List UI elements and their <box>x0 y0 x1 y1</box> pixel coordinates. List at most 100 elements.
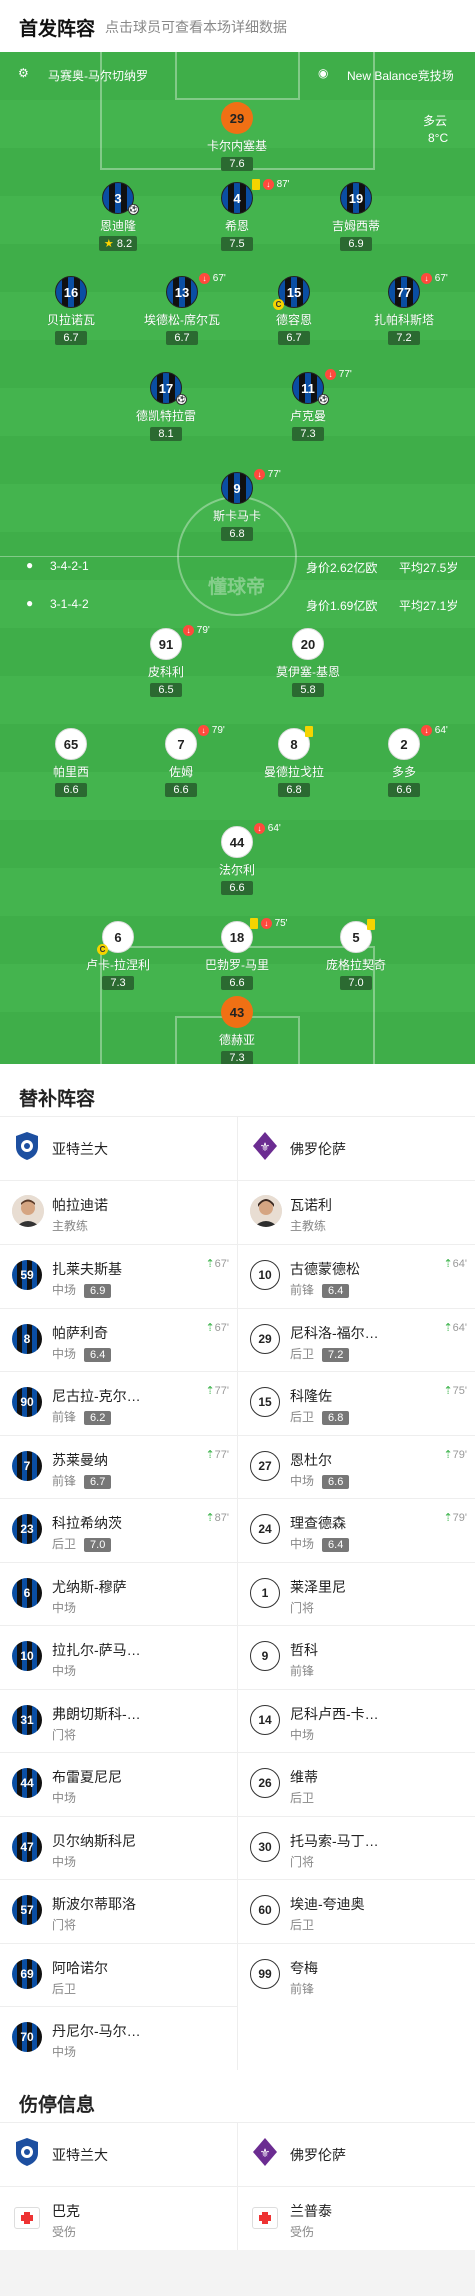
sub-player-row[interactable]: 47 贝尔纳斯科尼 中场 <box>0 1815 237 1880</box>
away-player-6[interactable]: 6C 卢卡-拉涅利 7.3 <box>53 921 183 991</box>
sub-time: 64' <box>452 1321 467 1334</box>
injury-home-team-row[interactable]: 亚特兰大 <box>0 2122 237 2186</box>
player-name: 希恩 <box>224 219 249 233</box>
sub-player-row[interactable]: 57 斯波尔蒂耶洛 门将 <box>0 1879 237 1943</box>
sub-player-row[interactable]: 9 哲科 前锋 <box>238 1625 475 1689</box>
sub-player-row[interactable]: 1 莱泽里尼 门将 <box>238 1561 475 1626</box>
sub-player-position: 后卫 <box>290 1410 315 1424</box>
sub-player-row[interactable]: 14 尼科卢西-卡… 中场 <box>238 1688 475 1753</box>
injury-row[interactable]: 兰普泰 受伤 <box>238 2186 475 2250</box>
home-player-3[interactable]: 3 ⚽ 恩迪隆 ★ 8.2 <box>53 182 183 252</box>
away-player-91[interactable]: 91 ↓ 79' 皮科利 6.5 <box>101 625 231 698</box>
sub-player-position: 中场 <box>52 2045 77 2059</box>
sub-player-row[interactable]: 30 托马索-马丁… 门将 <box>238 1815 475 1880</box>
player-number: 31 <box>12 1704 42 1735</box>
sub-off-icon: ↓ <box>254 823 265 834</box>
player-number: 91 <box>158 636 174 652</box>
sub-in-icon: ⇡ <box>443 1321 453 1334</box>
sub-player-row[interactable]: 10 拉扎尔-萨马… 中场 <box>0 1625 237 1689</box>
sub-player-row[interactable]: 90 尼古拉-克尔… 前锋 6.2 ⇡77' <box>0 1371 237 1435</box>
player-name: 卢克曼 <box>289 409 326 423</box>
player-number: 77 <box>396 284 412 300</box>
sub-in-icon: ⇡ <box>205 1258 215 1270</box>
player-rating: 7.6 <box>221 157 253 171</box>
home-coach-row[interactable]: 帕拉迪诺 主教练 <box>0 1180 237 1244</box>
sub-in-event: ⇡79' <box>443 1448 467 1461</box>
sub-player-row[interactable]: 44 布雷夏尼尼 中场 <box>0 1752 237 1816</box>
injury-away-team-row[interactable]: ⚜ 佛罗伦萨 <box>238 2122 475 2186</box>
away-team-row[interactable]: ⚜ 佛罗伦萨 <box>238 1116 475 1180</box>
sub-player-name: 扎莱夫斯基 <box>52 1261 122 1277</box>
away-coach-name: 瓦诺利 <box>290 1197 332 1213</box>
home-player-9[interactable]: 9 ↓ 77' 斯卡马卡 6.8 <box>172 469 302 542</box>
sub-off-event: ↓ 87' <box>252 179 290 190</box>
player-number: 9 <box>233 480 241 496</box>
player-name: 多多 <box>391 765 416 779</box>
home-team-row[interactable]: 亚特兰大 <box>0 1116 237 1180</box>
player-number: 29 <box>250 1323 280 1354</box>
sub-player-row[interactable]: 70 丹尼尔-马尔… 中场 <box>0 2006 237 2070</box>
away-player-5[interactable]: 5 庞格拉契奇 7.0 <box>291 919 421 991</box>
home-player-29[interactable]: 29 卡尔内塞基 7.6 <box>172 102 302 172</box>
sub-off-icon: ↓ <box>262 179 274 190</box>
sub-off-event: ↓ 67' <box>199 273 226 284</box>
sub-player-row[interactable]: 69 阿哈诺尔 后卫 <box>0 1942 237 2007</box>
away-coach-row[interactable]: 瓦诺利 主教练 <box>238 1180 475 1244</box>
sub-time: 64' <box>434 725 448 737</box>
player-rating: 6.6 <box>388 783 420 797</box>
away-player-43[interactable]: 43 德赫亚 7.3 <box>172 996 302 1064</box>
sub-off-icon: ↓ <box>183 625 194 636</box>
player-rating: 7.3 <box>102 976 134 990</box>
away-player-18[interactable]: 18 ↓ 75' 巴勃罗-马里 6.6 <box>172 918 302 991</box>
sub-time: 79' <box>452 1448 467 1461</box>
away-player-7[interactable]: 7 ↓ 79' 佐姆 6.6 <box>116 725 246 798</box>
player-number: 43 <box>229 1004 245 1020</box>
home-player-11[interactable]: 11 ⚽ ↓ 77' 卢克曼 7.3 <box>243 369 373 442</box>
sub-player-row[interactable]: 15 科隆佐 后卫 6.8 ⇡75' <box>238 1371 475 1435</box>
sub-in-icon: ⇡ <box>205 1385 215 1397</box>
sub-off-icon: ↓ <box>260 918 272 929</box>
injury-row[interactable]: 巴克 受伤 <box>0 2186 237 2250</box>
home-player-19[interactable]: 19 吉姆西蒂 6.9 <box>291 182 421 252</box>
sub-player-row[interactable]: 23 科拉希纳茨 后卫 7.0 ⇡87' <box>0 1498 237 1562</box>
sub-player-name: 尼科洛-福尔… <box>290 1324 379 1341</box>
sub-off-event: ↓ 79' <box>183 625 210 636</box>
player-rating: 6.6 <box>55 783 87 797</box>
sub-off-event: ↓ 77' <box>325 369 352 380</box>
player-number: 65 <box>63 736 79 752</box>
sub-player-row[interactable]: 24 理查德森 中场 6.4 ⇡79' <box>238 1498 475 1562</box>
sub-player-row[interactable]: 29 尼科洛-福尔… 后卫 7.2 ⇡64' <box>238 1307 475 1372</box>
sub-player-row[interactable]: 31 弗朗切斯科-… 门将 <box>0 1688 237 1753</box>
player-number: 19 <box>348 190 364 206</box>
sub-player-row[interactable]: 6 尤纳斯-穆萨 中场 <box>0 1561 237 1626</box>
sub-time: 77' <box>214 1448 229 1461</box>
player-number: 29 <box>221 102 253 134</box>
sub-player-row[interactable]: 60 埃迪-夸迪奥 后卫 <box>238 1879 475 1943</box>
sub-player-row[interactable]: 59 扎莱夫斯基 中场 6.9 ⇡67' <box>0 1244 237 1308</box>
player-rating: 6.6 <box>165 783 197 797</box>
home-player-4[interactable]: 4 ↓ 87' 希恩 7.5 <box>172 179 302 252</box>
player-number: 7 <box>177 736 185 752</box>
away-player-44[interactable]: 44 ↓ 64' 法尔利 6.6 <box>172 823 302 896</box>
sub-player-row[interactable]: 10 古德蒙德松 前锋 6.4 ⇡64' <box>238 1244 475 1308</box>
away-player-2[interactable]: 2 ↓ 64' 多多 6.6 <box>339 725 469 798</box>
home-player-17[interactable]: 17 ⚽ 德凯特拉雷 8.1 <box>101 372 231 442</box>
player-rating: 6.8 <box>221 527 253 541</box>
away-player-20[interactable]: 20 莫伊塞-基恩 5.8 <box>243 628 373 698</box>
sub-player-row[interactable]: 7 苏莱曼纳 前锋 6.7 ⇡77' <box>0 1434 237 1499</box>
home-player-13[interactable]: 13 ↓ 67' 埃德松-席尔瓦 6.7 <box>117 273 247 346</box>
player-name: 佐姆 <box>168 765 193 779</box>
home-player-77[interactable]: 77 ↓ 67' 扎帕科斯塔 7.2 <box>339 273 469 346</box>
sub-player-row[interactable]: 26 维蒂 后卫 <box>238 1752 475 1816</box>
player-rating: 6.6 <box>221 976 253 990</box>
sub-player-position: 后卫 <box>290 1346 315 1361</box>
injury-status: 受伤 <box>290 2225 315 2239</box>
sub-time: 77' <box>338 369 352 381</box>
player-name: 德凯特拉雷 <box>135 409 196 423</box>
sub-player-row[interactable]: 99 夸梅 前锋 <box>238 1942 475 2007</box>
sub-player-row[interactable]: 27 恩杜尔 中场 6.6 ⇡79' <box>238 1434 475 1499</box>
assist-ball-icon: ⚽ <box>176 394 187 405</box>
sub-player-row[interactable]: 8 帕萨利奇 中场 6.4 ⇡67' <box>0 1307 237 1372</box>
player-number: 4 <box>233 190 241 206</box>
away-team-name: 佛罗伦萨 <box>290 2147 346 2163</box>
